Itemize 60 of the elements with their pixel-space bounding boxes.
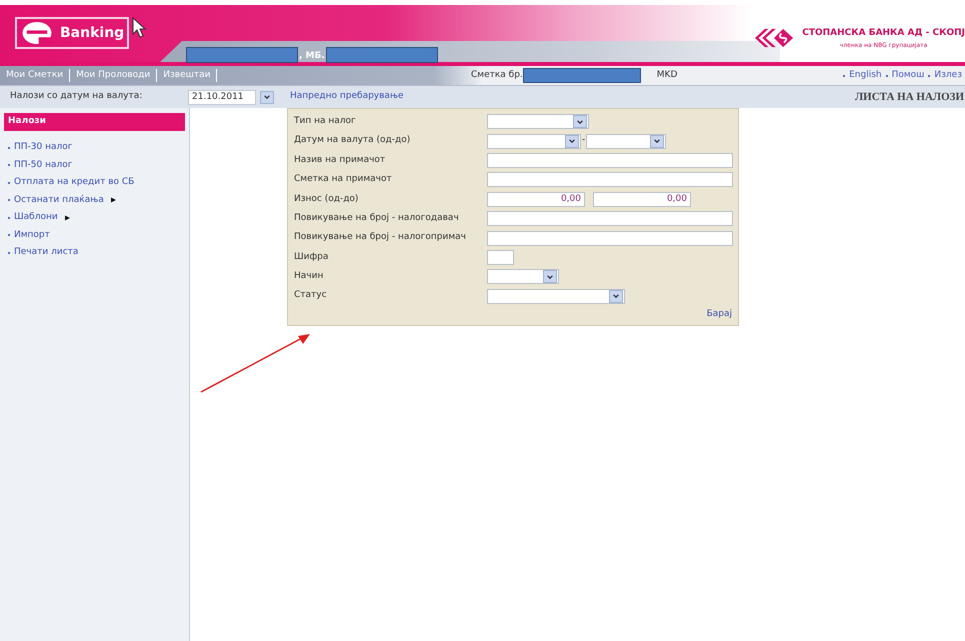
code-field[interactable] bbox=[487, 250, 514, 265]
sidebar-item[interactable]: Отплата на кредит во СБ bbox=[14, 176, 134, 190]
sidebar-item[interactable]: ПП-30 налог bbox=[14, 141, 72, 154]
nav-link[interactable]: English bbox=[849, 68, 882, 82]
sidebar-item[interactable]: Останати плаќања bbox=[14, 194, 104, 207]
field-label: Начин bbox=[294, 270, 324, 284]
field-label: Тип на налог bbox=[294, 114, 357, 128]
mb-label: , МБ. bbox=[298, 50, 326, 62]
page-title: ЛИСТА НА НАЛОЗИ bbox=[854, 90, 965, 105]
field-label: Статус bbox=[294, 289, 328, 302]
field-label: Сметка на примачот bbox=[294, 173, 393, 186]
text-field[interactable] bbox=[487, 230, 733, 246]
advanced-search-link[interactable]: Напредно пребарување bbox=[290, 90, 404, 104]
field-label: Назив на примачот bbox=[294, 154, 386, 167]
field-label: Повикување на број - налогопримач bbox=[294, 231, 467, 244]
submenu-arrow-icon bbox=[64, 214, 70, 221]
caret-icon bbox=[653, 137, 662, 146]
sidebar-item[interactable]: Шаблони bbox=[14, 211, 58, 224]
text-field[interactable] bbox=[487, 211, 733, 226]
e-logo-icon bbox=[20, 20, 54, 46]
range-separator: - bbox=[582, 134, 586, 148]
caret-icon bbox=[612, 292, 620, 300]
field-label: Износ (од-до) bbox=[294, 192, 360, 206]
caret-icon bbox=[263, 93, 271, 101]
nav-link[interactable]: Помош bbox=[892, 68, 924, 82]
dropdown-button[interactable] bbox=[609, 290, 623, 303]
bank-name: СТОПАНСКА БАНКА АД - СКОПЈ bbox=[802, 27, 965, 40]
select-field[interactable] bbox=[487, 114, 589, 130]
amount-field[interactable]: 0,00 bbox=[593, 192, 691, 207]
sidebar-item[interactable]: Печати листа bbox=[14, 246, 78, 260]
sidebar-title: Налози bbox=[4, 113, 185, 131]
select-field[interactable] bbox=[487, 288, 625, 304]
text-field[interactable] bbox=[487, 152, 733, 168]
dropdown-button[interactable] bbox=[573, 115, 587, 128]
submenu-arrow-icon bbox=[110, 197, 116, 204]
field-label: Шифра bbox=[294, 250, 330, 264]
select-field[interactable] bbox=[487, 134, 581, 149]
cursor-icon bbox=[131, 17, 148, 39]
nav-link[interactable]: Излез bbox=[934, 68, 962, 82]
amount-field[interactable]: 0,00 bbox=[487, 192, 585, 207]
date-field[interactable]: 21.10.2011 bbox=[188, 90, 256, 104]
caret-icon bbox=[576, 118, 584, 126]
caret-icon bbox=[546, 272, 554, 281]
search-link[interactable]: Барај bbox=[706, 308, 732, 322]
dropdown-button[interactable] bbox=[260, 90, 274, 104]
text-field[interactable] bbox=[487, 172, 733, 188]
currency-label: MKD bbox=[656, 68, 678, 82]
account-label: Сметка бр. bbox=[471, 68, 523, 82]
sidebar-item[interactable]: Импорт bbox=[14, 228, 50, 242]
select-field[interactable] bbox=[586, 134, 666, 149]
dropdown-button[interactable] bbox=[543, 270, 557, 284]
sidebar-item[interactable]: ПП-50 налог bbox=[14, 158, 72, 172]
logo-text: Banking bbox=[60, 24, 124, 42]
field-label: Повикување на број - налогодавач bbox=[294, 212, 460, 225]
caret-icon bbox=[568, 137, 576, 146]
dropdown-button[interactable] bbox=[650, 134, 664, 148]
filter-label: Налози со датум на валута: bbox=[10, 90, 144, 104]
field-label: Датум на валута (од-до) bbox=[294, 134, 412, 148]
dropdown-button[interactable] bbox=[565, 134, 579, 148]
select-field[interactable] bbox=[487, 269, 559, 284]
